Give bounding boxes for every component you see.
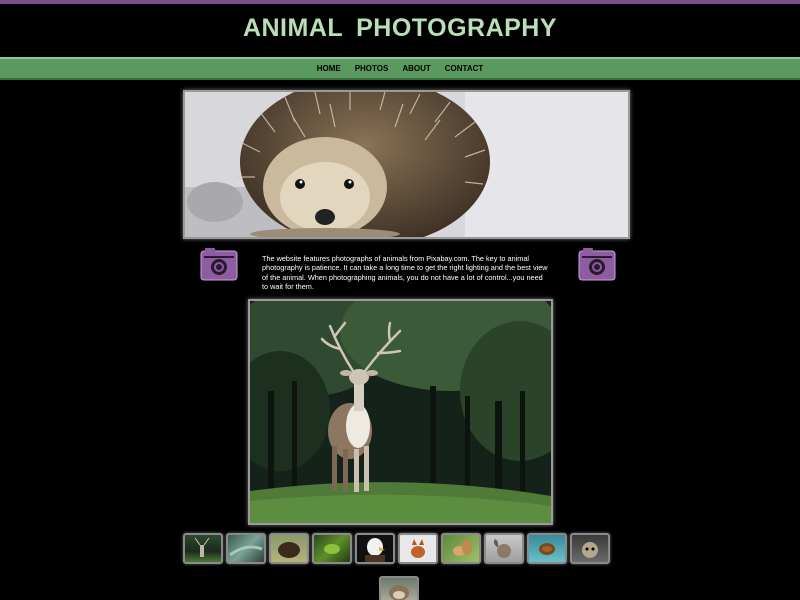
thumbnail-deer[interactable] [183,533,223,564]
hedgehog-illustration [185,92,628,237]
thumbnail-ram[interactable] [484,533,524,564]
camera-icon[interactable] [200,248,238,281]
thumbnail-fox[interactable] [398,533,438,564]
top-accent-strip [0,0,800,4]
thumbnail-frog[interactable] [312,533,352,564]
thumbnail-bison[interactable] [269,533,309,564]
camera-icon[interactable] [578,248,616,281]
thumbnail-monkey[interactable] [570,533,610,564]
intro-paragraph: The website features photographs of anim… [262,254,548,291]
hero-image-hedgehog [183,90,630,239]
thumbnail-lizard[interactable] [226,533,266,564]
thumbnail-strip [183,533,615,565]
thumbnail-squirrel[interactable] [441,533,481,564]
deer-illustration [250,301,551,523]
main-nav: HOME PHOTOS ABOUT CONTACT [0,57,800,80]
thumbnail-eagle[interactable] [355,533,395,564]
thumbnail-otter[interactable] [379,576,419,600]
nav-contact-link[interactable]: CONTACT [438,64,491,73]
nav-home-link[interactable]: HOME [310,64,348,73]
featured-image-deer [248,299,553,525]
thumbnail-turtle[interactable] [527,533,567,564]
site-title: ANIMAL PHOTOGRAPHY [242,14,558,42]
nav-photos-link[interactable]: PHOTOS [348,64,396,73]
nav-about-link[interactable]: ABOUT [395,64,437,73]
